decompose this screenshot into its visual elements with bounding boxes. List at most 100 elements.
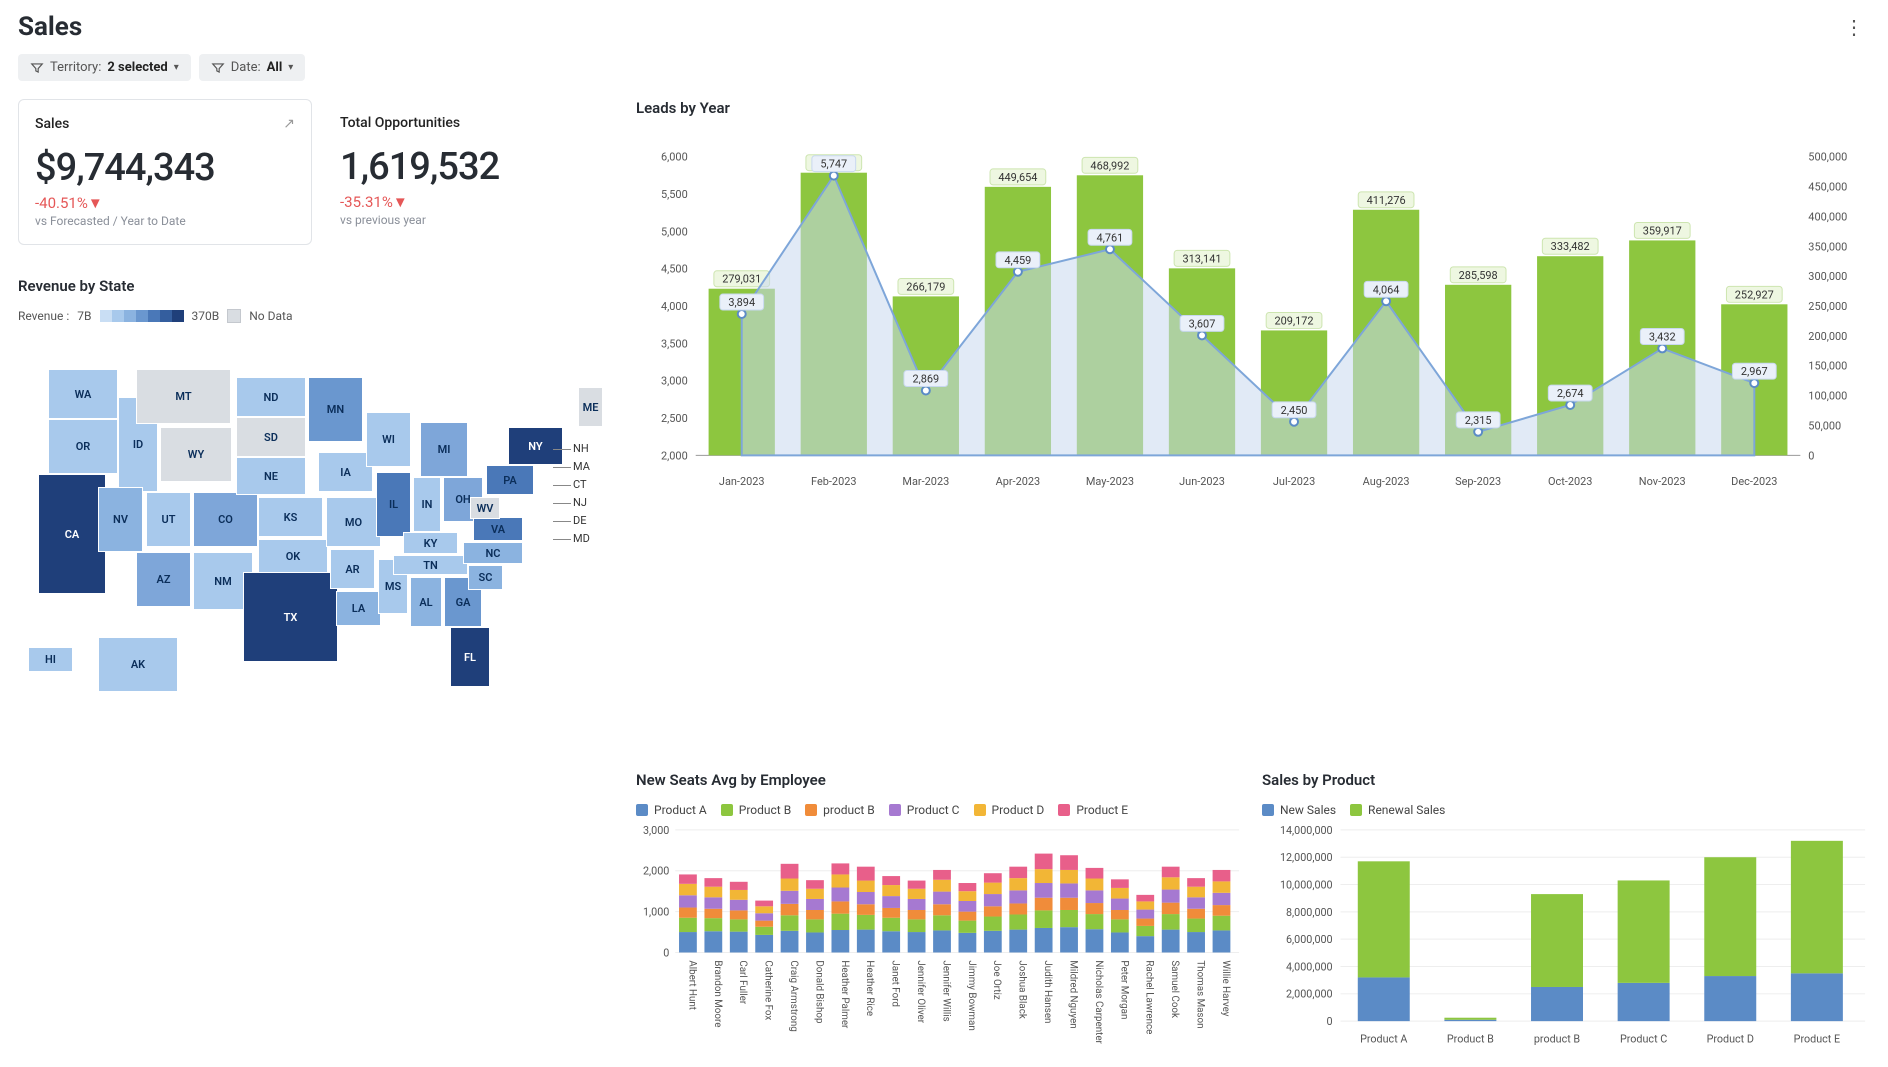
svg-text:Donald Bishop: Donald Bishop bbox=[813, 960, 824, 1024]
svg-text:4,459: 4,459 bbox=[1005, 254, 1032, 267]
svg-text:0: 0 bbox=[663, 946, 669, 959]
us-map[interactable]: WAORCAIDNVUTAZMTWYCONMNDSDNEKSOKTXMNIAMO… bbox=[18, 337, 602, 737]
state-ny[interactable]: NY bbox=[508, 427, 563, 465]
svg-text:Janet Ford: Janet Ford bbox=[890, 960, 901, 1007]
svg-text:Jan-2023: Jan-2023 bbox=[719, 475, 765, 488]
svg-text:266,179: 266,179 bbox=[906, 280, 945, 293]
svg-text:4,500: 4,500 bbox=[661, 263, 688, 276]
state-ok[interactable]: OK bbox=[258, 539, 328, 574]
state-tx[interactable]: TX bbox=[243, 572, 338, 662]
state-mo[interactable]: MO bbox=[326, 497, 381, 547]
map-legend-min: 7B bbox=[77, 309, 91, 323]
svg-text:2,000: 2,000 bbox=[643, 865, 669, 878]
legend-item[interactable]: Product E bbox=[1058, 803, 1128, 817]
state-me[interactable]: ME bbox=[578, 387, 603, 427]
state-ne[interactable]: NE bbox=[236, 457, 306, 495]
state-sc[interactable]: SC bbox=[468, 565, 503, 590]
state-mi[interactable]: MI bbox=[420, 422, 468, 477]
map-legend-label: Revenue : bbox=[18, 309, 69, 323]
filter-territory[interactable]: Territory: 2 selected ▾ bbox=[18, 54, 191, 81]
svg-text:449,654: 449,654 bbox=[998, 171, 1037, 184]
legend-item[interactable]: New Sales bbox=[1262, 803, 1336, 817]
state-hi[interactable]: HI bbox=[28, 647, 73, 672]
svg-text:Jun-2023: Jun-2023 bbox=[1179, 475, 1225, 488]
svg-text:2,869: 2,869 bbox=[912, 373, 939, 386]
filter-icon bbox=[30, 61, 44, 75]
state-ia[interactable]: IA bbox=[318, 452, 373, 492]
state-mn[interactable]: MN bbox=[308, 377, 363, 442]
state-ar[interactable]: AR bbox=[330, 549, 375, 589]
svg-text:2,674: 2,674 bbox=[1557, 387, 1584, 400]
state-or[interactable]: OR bbox=[48, 419, 118, 474]
page-title: Sales bbox=[18, 12, 82, 42]
filter-date[interactable]: Date: All ▾ bbox=[199, 54, 306, 81]
state-nv[interactable]: NV bbox=[98, 487, 143, 552]
sales-by-product-chart[interactable]: 02,000,0004,000,0006,000,0008,000,00010,… bbox=[1262, 825, 1870, 1051]
svg-text:Nicholas Carpenter: Nicholas Carpenter bbox=[1093, 960, 1104, 1044]
state-il[interactable]: IL bbox=[376, 472, 411, 537]
state-wa[interactable]: WA bbox=[48, 369, 118, 419]
kpi-sales-title: Sales bbox=[35, 116, 69, 132]
state-ut[interactable]: UT bbox=[146, 492, 191, 547]
svg-text:279,031: 279,031 bbox=[722, 273, 761, 286]
expand-icon: ↗ bbox=[283, 116, 295, 132]
state-sd[interactable]: SD bbox=[236, 417, 306, 457]
svg-text:2,967: 2,967 bbox=[1741, 365, 1768, 378]
state-ky[interactable]: KY bbox=[403, 532, 458, 554]
svg-text:313,141: 313,141 bbox=[1182, 252, 1221, 265]
svg-text:5,747: 5,747 bbox=[820, 158, 847, 171]
state-in[interactable]: IN bbox=[413, 477, 441, 532]
state-al[interactable]: AL bbox=[410, 577, 442, 627]
state-co[interactable]: CO bbox=[193, 492, 258, 547]
state-la[interactable]: LA bbox=[336, 591, 381, 626]
legend-item[interactable]: Product D bbox=[974, 803, 1045, 817]
legend-item[interactable]: Renewal Sales bbox=[1350, 803, 1445, 817]
svg-text:350,000: 350,000 bbox=[1808, 240, 1847, 253]
state-mt[interactable]: MT bbox=[136, 369, 231, 424]
state-nd[interactable]: ND bbox=[236, 377, 306, 417]
svg-text:May-2023: May-2023 bbox=[1086, 475, 1134, 488]
state-wv[interactable]: WV bbox=[470, 497, 500, 519]
state-tn[interactable]: TN bbox=[393, 555, 468, 575]
svg-text:Nov-2023: Nov-2023 bbox=[1639, 475, 1686, 488]
color-ramp bbox=[100, 310, 184, 322]
state-wy[interactable]: WY bbox=[160, 427, 232, 482]
chevron-down-icon: ▾ bbox=[174, 62, 179, 73]
state-wi[interactable]: WI bbox=[366, 412, 411, 467]
state-ak[interactable]: AK bbox=[98, 637, 178, 692]
legend-item[interactable]: product B bbox=[805, 803, 875, 817]
legend-item[interactable]: Product B bbox=[721, 803, 791, 817]
legend-item[interactable]: Product C bbox=[889, 803, 960, 817]
more-menu-icon[interactable]: ⋮ bbox=[1838, 15, 1870, 39]
state-ks[interactable]: KS bbox=[258, 497, 323, 537]
down-caret-icon: ▼ bbox=[393, 193, 408, 211]
state-pa[interactable]: PA bbox=[486, 465, 534, 495]
map-legend: Revenue : 7B 370B No Data bbox=[18, 309, 602, 323]
svg-text:200,000: 200,000 bbox=[1808, 330, 1847, 343]
state-az[interactable]: AZ bbox=[136, 552, 191, 607]
svg-text:Peter Morgan: Peter Morgan bbox=[1118, 960, 1129, 1019]
kpi-sales-caption: vs Forecasted / Year to Date bbox=[35, 214, 295, 228]
svg-text:Samuel Cook: Samuel Cook bbox=[1169, 960, 1180, 1018]
svg-text:252,927: 252,927 bbox=[1735, 288, 1774, 301]
svg-text:Rachel Lawrence: Rachel Lawrence bbox=[1144, 960, 1155, 1034]
svg-text:468,992: 468,992 bbox=[1090, 159, 1129, 172]
svg-text:3,607: 3,607 bbox=[1189, 317, 1216, 330]
svg-text:Aug-2023: Aug-2023 bbox=[1363, 475, 1410, 488]
state-fl[interactable]: FL bbox=[450, 627, 490, 687]
leads-by-year-chart[interactable]: 2,0002,5003,0003,5004,0004,5005,0005,500… bbox=[636, 131, 1870, 501]
kpi-sales-card[interactable]: Sales↗ $9,744,343 -40.51%▼ vs Forecasted… bbox=[18, 99, 312, 245]
state-va[interactable]: VA bbox=[473, 517, 523, 541]
svg-text:Jennifer Willis: Jennifer Willis bbox=[940, 960, 951, 1021]
leads-by-year-panel: Leads by Year 2,0002,5003,0003,5004,0004… bbox=[636, 99, 1870, 753]
new-seats-panel: New Seats Avg by Employee Product AProdu… bbox=[636, 771, 1244, 1055]
new-seats-chart[interactable]: 01,0002,0003,000Albert HuntBrandon Moore… bbox=[636, 825, 1244, 1051]
svg-text:Jennifer Oliver: Jennifer Oliver bbox=[915, 960, 926, 1023]
svg-text:400,000: 400,000 bbox=[1808, 210, 1847, 223]
svg-text:Product C: Product C bbox=[1620, 1033, 1667, 1046]
legend-item[interactable]: Product A bbox=[636, 803, 707, 817]
state-ca[interactable]: CA bbox=[38, 474, 106, 594]
state-nc[interactable]: NC bbox=[463, 542, 523, 564]
kpi-opp-card[interactable]: Total Opportunities 1,619,532 -35.31%▼ v… bbox=[324, 99, 618, 245]
nodata-label: No Data bbox=[249, 309, 292, 323]
